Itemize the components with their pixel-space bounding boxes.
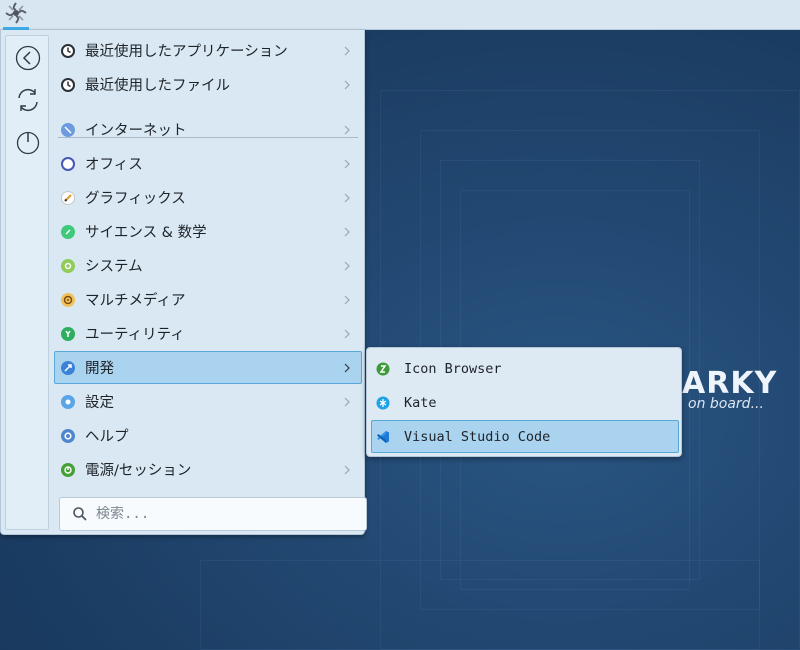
menu-item-label: マルチメディア [85, 293, 186, 309]
chevron-right-icon [339, 363, 355, 373]
menu-item-label: 最近使用したアプリケーション [85, 44, 288, 60]
menu-item-recent-files[interactable]: 最近使用したファイル [54, 68, 362, 101]
chevron-right-icon [339, 193, 355, 203]
menu-item-help[interactable]: ヘルプ [54, 419, 362, 452]
submenu-item-icon-browser[interactable]: Icon Browser [371, 352, 679, 385]
help-icon [61, 428, 75, 443]
kate-icon [376, 396, 390, 410]
chevron-right-icon [339, 227, 355, 237]
menu-item-internet[interactable]: インターネット [54, 113, 362, 146]
top-panel [0, 0, 800, 30]
menu-item-label: インターネット [85, 123, 187, 139]
icon-browser-icon [376, 362, 390, 376]
menu-item-label: 開発 [85, 361, 114, 377]
menu-item-label: 電源/セッション [85, 463, 192, 479]
menu-item-label: グラフィックス [85, 191, 186, 207]
utilities-icon [61, 326, 75, 341]
menu-item-development[interactable]: 開発 [54, 351, 362, 384]
back-icon [15, 45, 41, 75]
submenu-item-label: Icon Browser [404, 360, 502, 377]
search-icon [72, 506, 88, 522]
menu-item-graphics[interactable]: グラフィックス [54, 181, 362, 214]
menu-item-system[interactable]: システム [54, 249, 362, 282]
menu-item-label: 設定 [85, 395, 114, 411]
menu-item-power-session[interactable]: 電源/セッション [54, 453, 362, 486]
menu-item-office[interactable]: オフィス [54, 147, 362, 180]
chevron-right-icon [339, 159, 355, 169]
chevron-right-icon [339, 46, 355, 56]
menu-item-label: サイエンス & 数学 [85, 225, 207, 241]
menu-item-utilities[interactable]: ユーティリティ [54, 317, 362, 350]
power-session-icon [61, 462, 75, 477]
system-icon [61, 258, 75, 273]
chevron-right-icon [339, 261, 355, 271]
chevron-right-icon [339, 295, 355, 305]
clock-icon [61, 77, 75, 92]
development-submenu: Icon Browser Kate Visual Studio Code [366, 347, 682, 457]
menu-item-label: ヘルプ [85, 429, 129, 445]
back-button[interactable] [14, 45, 42, 75]
power-icon [15, 129, 41, 159]
search-input[interactable] [96, 506, 356, 522]
chevron-right-icon [339, 397, 355, 407]
graphics-icon [61, 190, 75, 205]
settings-icon [61, 394, 75, 409]
refresh-icon [15, 87, 41, 117]
search-box[interactable] [59, 497, 367, 531]
chevron-right-icon [339, 125, 355, 135]
chevron-right-icon [339, 80, 355, 90]
vscode-icon [376, 430, 390, 444]
menu-item-science-math[interactable]: サイエンス & 数学 [54, 215, 362, 248]
menu-item-label: オフィス [85, 157, 143, 173]
submenu-item-visual-studio-code[interactable]: Visual Studio Code [371, 420, 679, 453]
office-icon [61, 156, 75, 171]
internet-icon [61, 122, 75, 137]
clock-icon [61, 43, 75, 58]
menu-item-label: システム [85, 259, 143, 275]
menu-item-recent-applications[interactable]: 最近使用したアプリケーション [54, 34, 362, 67]
sparky-launcher-icon [4, 1, 28, 29]
submenu-item-kate[interactable]: Kate [371, 386, 679, 419]
development-icon [61, 360, 75, 375]
menu-item-label: ユーティリティ [85, 327, 185, 343]
application-launcher-button[interactable] [2, 0, 30, 30]
menu-item-label: 最近使用したファイル [85, 78, 230, 94]
submenu-item-label: Visual Studio Code [404, 428, 551, 445]
menu-sidebar [5, 35, 49, 530]
menu-item-multimedia[interactable]: マルチメディア [54, 283, 362, 316]
refresh-button[interactable] [14, 88, 42, 116]
wallpaper-tagline: on board... [688, 396, 764, 412]
multimedia-icon [61, 292, 75, 307]
submenu-item-label: Kate [404, 394, 437, 411]
menu-item-settings[interactable]: 設定 [54, 385, 362, 418]
chevron-right-icon [339, 329, 355, 339]
application-menu: 最近使用したアプリケーション 最近使用したファイル インターネット オフィス グ… [0, 30, 367, 535]
chevron-right-icon [339, 465, 355, 475]
science-icon [61, 224, 75, 239]
power-button[interactable] [14, 130, 42, 158]
